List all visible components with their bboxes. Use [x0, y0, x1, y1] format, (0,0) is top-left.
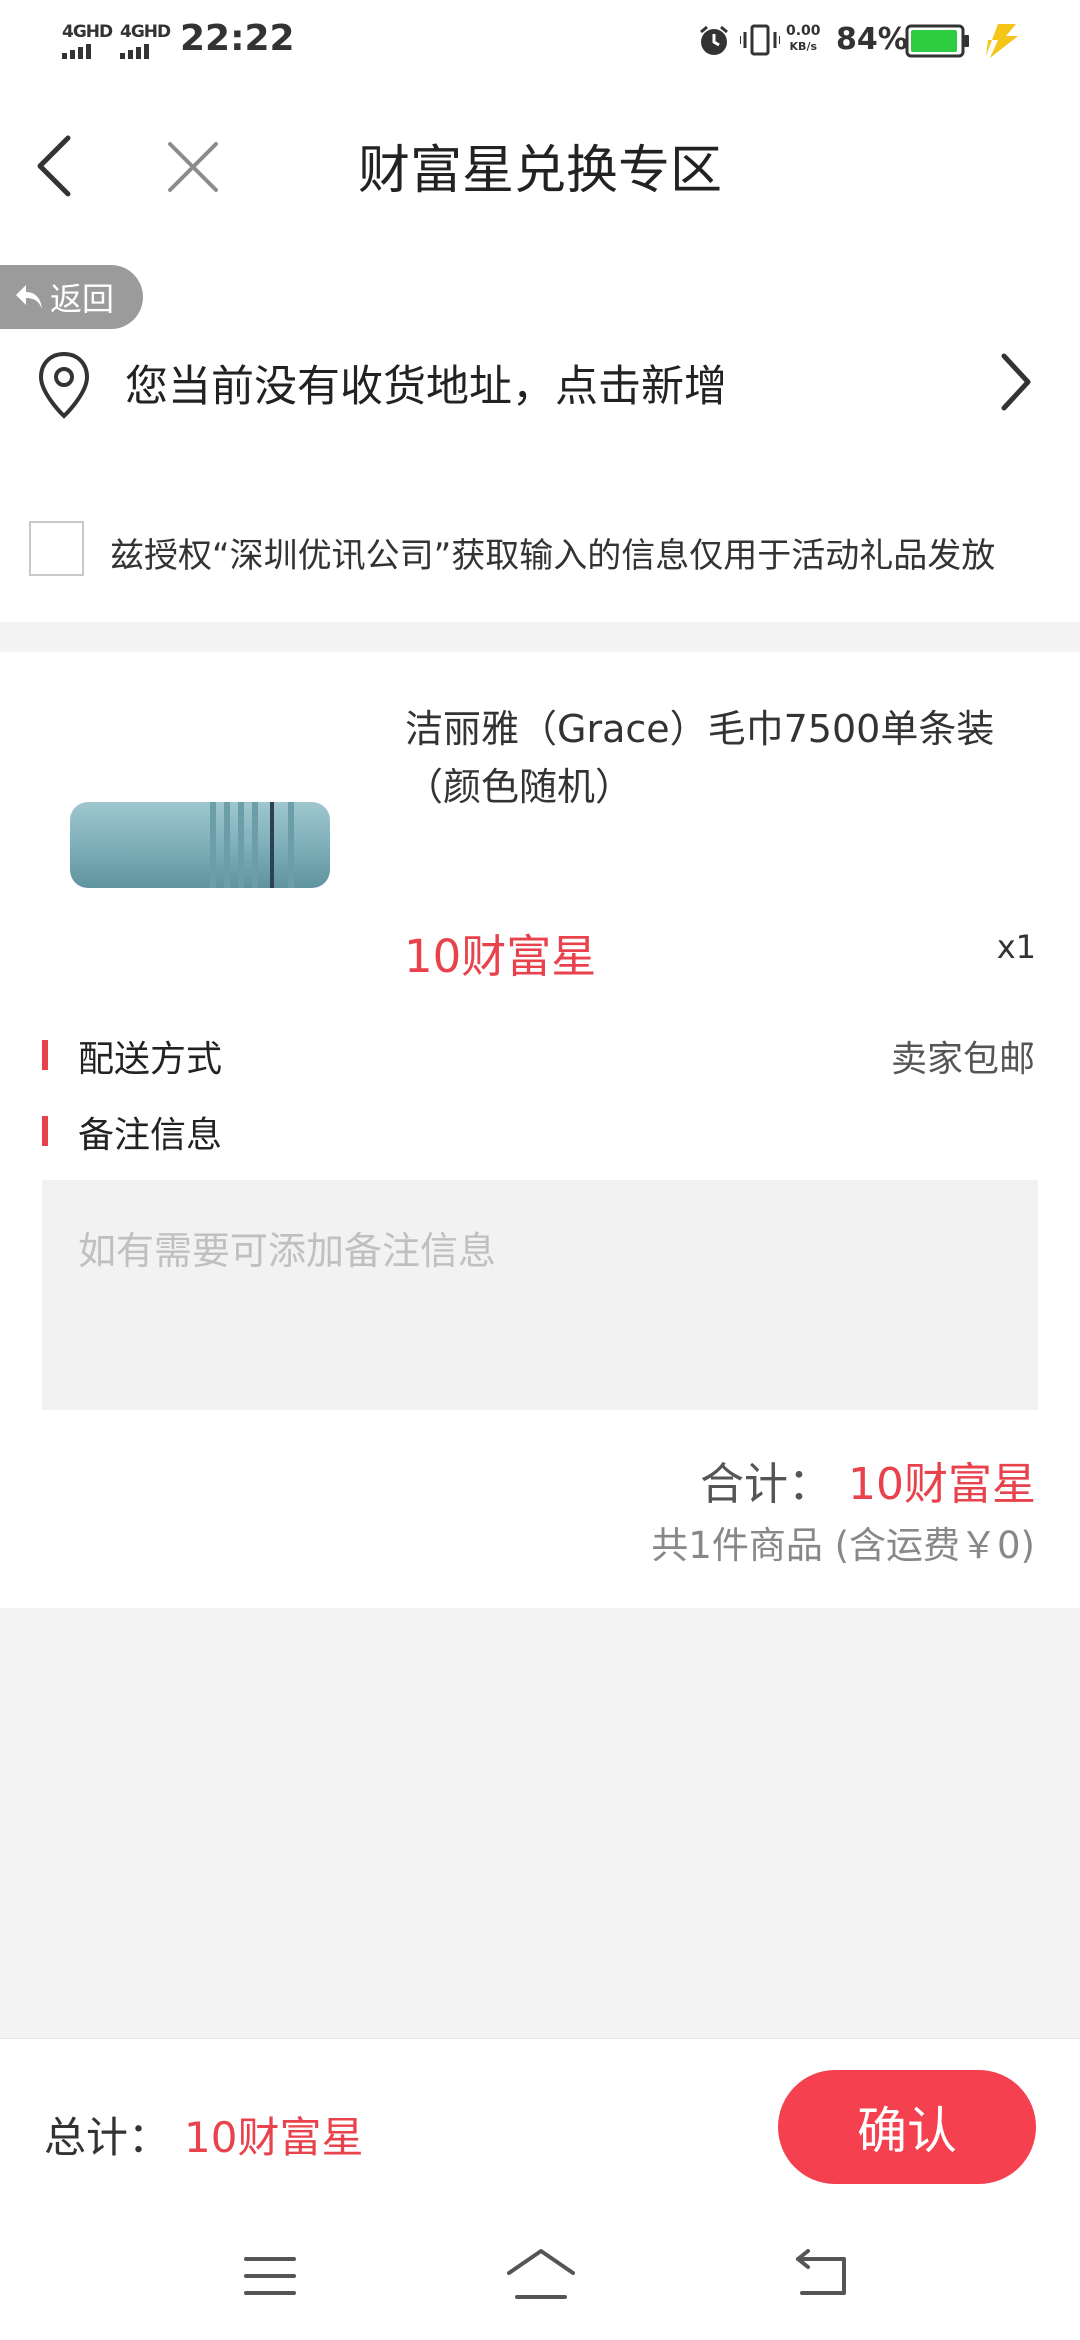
speed-value: 0.00: [786, 23, 821, 39]
network-speed: 0.00 KB/s: [786, 24, 821, 54]
speed-unit: KB/s: [789, 40, 818, 53]
section-divider: [0, 622, 1080, 652]
remarks-marker: [42, 1116, 48, 1146]
status-time: 22:22: [180, 18, 295, 59]
battery-percent: 84%: [836, 22, 908, 57]
delivery-label: 配送方式: [78, 1039, 223, 1080]
remarks-box: [42, 1180, 1038, 1410]
delivery-value: 卖家包邮: [890, 1039, 1035, 1080]
charging-icon: [986, 24, 1018, 58]
authorization-checkbox[interactable]: [29, 521, 84, 576]
battery-icon: [905, 24, 969, 58]
floating-back-button[interactable]: 返回: [0, 265, 143, 329]
address-row[interactable]: 您当前没有收货地址，点击新增: [0, 330, 1080, 430]
address-prompt: 您当前没有收货地址，点击新增: [125, 362, 727, 412]
signal-bars-icon: [62, 44, 112, 59]
summary-value: 10财富星: [848, 1459, 1036, 1510]
floating-back-label: 返回: [50, 280, 115, 318]
signal-indicator-1: 4GHD: [62, 22, 113, 59]
page-title: 财富星兑换专区: [357, 141, 722, 201]
signal-label-2: 4GHD: [120, 22, 171, 42]
remarks-label: 备注信息: [78, 1115, 223, 1156]
towel-image: [70, 802, 330, 888]
product-price: 10财富星: [404, 930, 597, 983]
location-pin-icon: [38, 351, 90, 419]
summary-label: 合计：: [700, 1459, 832, 1510]
total-value: 10财富星: [184, 2113, 364, 2162]
authorization-text: 兹授权“深圳优讯公司”获取输入的信息仅用于活动礼品发放: [110, 536, 996, 576]
back-nav-icon[interactable]: [794, 2249, 852, 2299]
signal-label-1: 4GHD: [62, 22, 113, 42]
confirm-button[interactable]: 确认: [778, 2070, 1036, 2184]
product-name: 洁丽雅（Grace）毛巾7500单条装（颜色随机）: [405, 707, 995, 809]
vibrate-icon: [740, 24, 780, 56]
product-quantity: x1: [996, 928, 1036, 966]
delivery-marker: [42, 1040, 48, 1070]
menu-icon[interactable]: [244, 2255, 296, 2297]
system-nav-bar: [0, 2223, 1080, 2340]
status-bar: 4GHD 4GHD 22:22 0.00 KB/s 84%: [0, 0, 1080, 82]
reply-arrow-icon: [16, 285, 42, 309]
alarm-icon: [700, 25, 728, 55]
remarks-input[interactable]: [42, 1180, 1038, 1410]
signal-bars-icon: [120, 44, 170, 59]
signal-indicator-2: 4GHD: [120, 22, 171, 59]
page-background: [0, 1608, 1080, 2038]
summary-detail: 共1件商品 (含运费￥0): [651, 1524, 1035, 1567]
total-label: 总计：: [44, 2113, 171, 2162]
chevron-right-icon: [1001, 353, 1031, 411]
home-icon[interactable]: [505, 2247, 577, 2301]
